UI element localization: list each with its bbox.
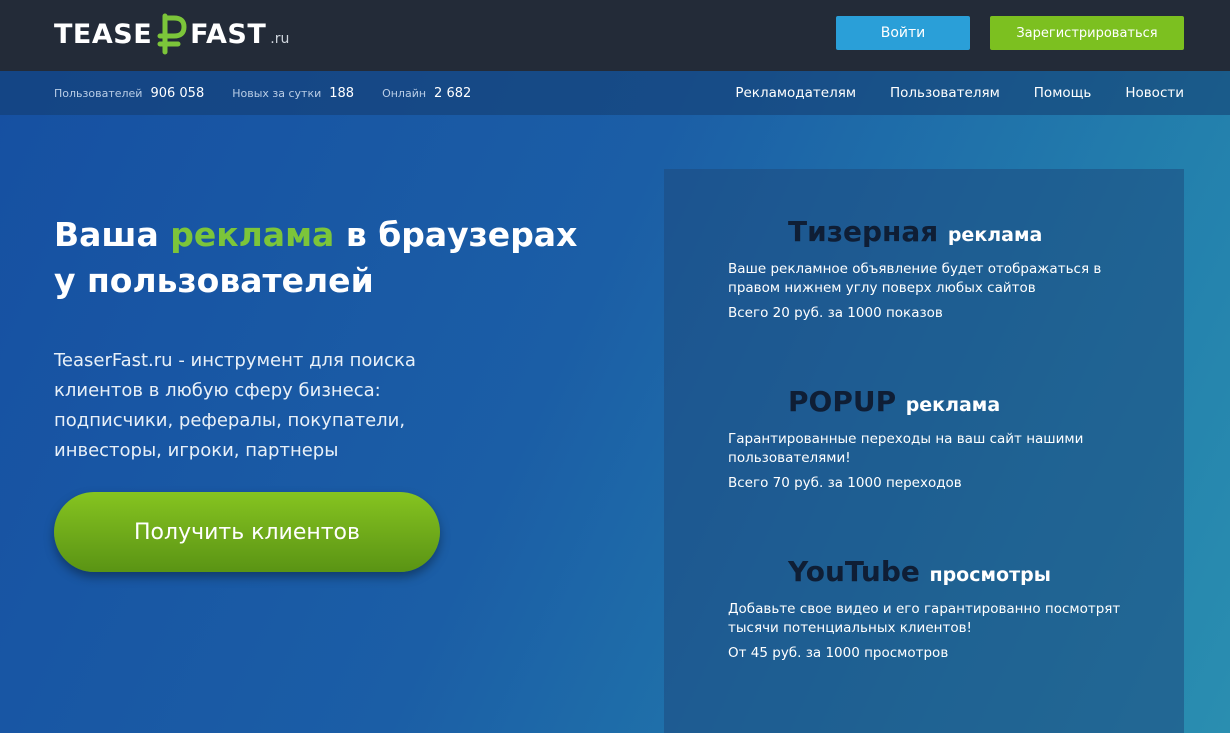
get-clients-button[interactable]: Получить клиентов bbox=[54, 492, 440, 572]
feature-youtube: YouTube просмотры Добавьте свое видео и … bbox=[728, 555, 1148, 661]
headline-line-2: у пользователей bbox=[54, 261, 374, 300]
feature-popup-title-small: реклама bbox=[905, 394, 1001, 416]
feature-teaser-title: Тизерная реклама bbox=[788, 215, 1148, 248]
stat-new-today-value: 188 bbox=[329, 85, 355, 101]
stat-online-label: Онлайн bbox=[382, 86, 427, 100]
ruble-icon bbox=[157, 13, 187, 55]
stat-new-today: Новых за сутки 188 bbox=[232, 86, 354, 101]
feature-youtube-title: YouTube просмотры bbox=[788, 555, 1148, 588]
nav-item-users[interactable]: Пользователям bbox=[890, 85, 1000, 101]
feature-teaser-title-big: Тизерная bbox=[788, 215, 939, 248]
feature-youtube-title-small: просмотры bbox=[929, 564, 1051, 586]
stats-list: Пользователей 906 058 Новых за сутки 188… bbox=[54, 71, 471, 115]
stat-users-value: 906 058 bbox=[150, 85, 205, 101]
feature-teaser-title-small: реклама bbox=[947, 224, 1043, 246]
headline-part-1: Ваша bbox=[54, 215, 171, 254]
top-header: TEASE FAST .ru Войти Зарегистрироваться bbox=[0, 0, 1230, 71]
headline-part-2: в браузерах bbox=[334, 215, 578, 254]
nav-item-help[interactable]: Помощь bbox=[1034, 85, 1092, 101]
feature-youtube-price: От 45 руб. за 1000 просмотров bbox=[728, 645, 949, 661]
features-panel: Тизерная реклама Ваше рекламное объявлен… bbox=[664, 169, 1184, 733]
stats-bar: Пользователей 906 058 Новых за сутки 188… bbox=[0, 71, 1230, 115]
logo-tld: .ru bbox=[270, 31, 290, 47]
feature-popup-title: POPUP реклама bbox=[788, 385, 1148, 418]
login-button[interactable]: Войти bbox=[836, 16, 970, 50]
stat-online-value: 2 682 bbox=[434, 85, 472, 101]
feature-youtube-title-big: YouTube bbox=[788, 555, 920, 588]
logo-word-left: TEASE bbox=[54, 18, 153, 50]
feature-popup-text: Гарантированные переходы на ваш сайт наш… bbox=[728, 431, 1084, 466]
stat-new-today-label: Новых за сутки bbox=[232, 86, 322, 100]
feature-popup-price: Всего 70 руб. за 1000 переходов bbox=[728, 475, 962, 491]
feature-teaser-text: Ваше рекламное объявление будет отобража… bbox=[728, 261, 1102, 296]
headline-accent: реклама bbox=[170, 215, 335, 254]
nav-item-news[interactable]: Новости bbox=[1125, 85, 1184, 101]
feature-popup: POPUP реклама Гарантированные переходы н… bbox=[728, 385, 1148, 491]
feature-youtube-text: Добавьте свое видео и его гарантированно… bbox=[728, 601, 1121, 636]
stat-online: Онлайн 2 682 bbox=[382, 86, 471, 101]
hero-description: TeaserFast.ru - инструмент для поиска кл… bbox=[54, 350, 416, 461]
register-button[interactable]: Зарегистрироваться bbox=[990, 16, 1184, 50]
logo[interactable]: TEASE FAST .ru bbox=[54, 12, 289, 56]
feature-teaser: Тизерная реклама Ваше рекламное объявлен… bbox=[728, 215, 1148, 321]
feature-popup-title-big: POPUP bbox=[788, 385, 897, 418]
stat-users: Пользователей 906 058 bbox=[54, 86, 204, 101]
feature-teaser-price: Всего 20 руб. за 1000 показов bbox=[728, 305, 943, 321]
stat-users-label: Пользователей bbox=[54, 86, 143, 100]
nav-item-advertisers[interactable]: Рекламодателям bbox=[735, 85, 856, 101]
main-nav: Рекламодателям Пользователям Помощь Ново… bbox=[735, 71, 1184, 115]
logo-word-right: FAST bbox=[190, 18, 267, 50]
hero-headline: Ваша реклама в браузерах у пользователей bbox=[54, 212, 634, 304]
